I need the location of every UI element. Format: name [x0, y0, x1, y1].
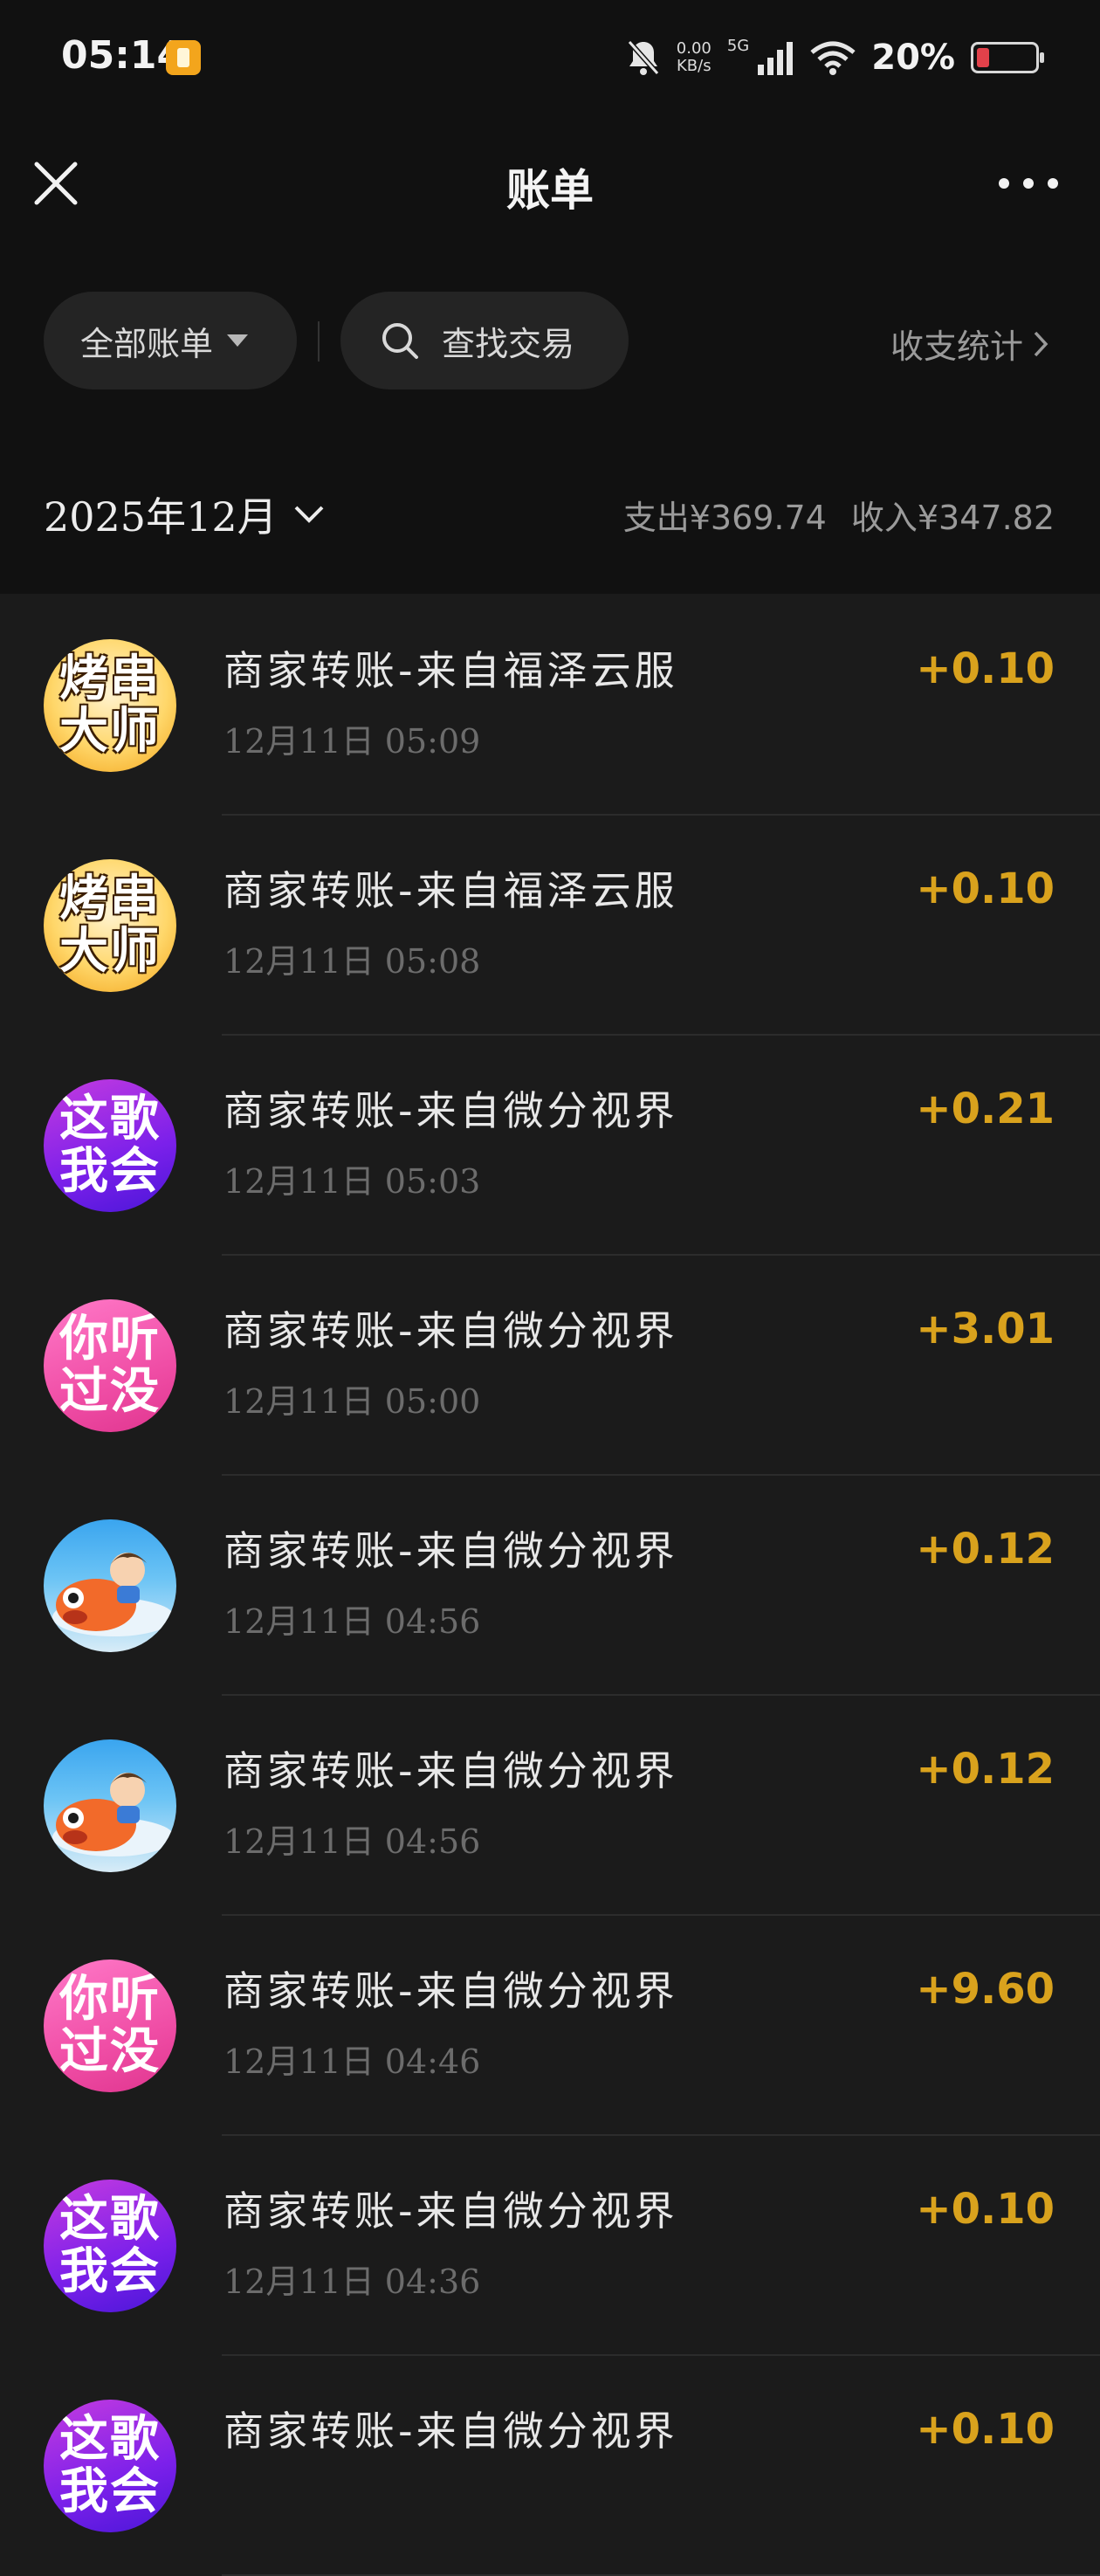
month-selector[interactable]: 2025年12月 — [44, 486, 325, 543]
transaction-row[interactable]: 这歌我会 商家转账-来自微分视界 +0.10 — [0, 2356, 1100, 2576]
transaction-amount: +0.10 — [916, 2405, 1055, 2454]
merchant-avatar: 烤串大师 — [44, 859, 176, 992]
battery-percent: 20% — [871, 38, 955, 78]
avatar-text: 你听过没 — [59, 1971, 161, 2080]
transaction-title: 商家转账-来自福泽云服 — [223, 647, 678, 694]
transaction-amount: +0.12 — [916, 1525, 1055, 1574]
transaction-title: 商家转账-来自微分视界 — [223, 2187, 678, 2235]
transaction-title: 商家转账-来自微分视界 — [223, 1527, 678, 1574]
transaction-amount: +3.01 — [916, 1305, 1055, 1353]
more-options-icon[interactable] — [992, 166, 1065, 201]
search-transactions-button[interactable]: 查找交易 — [340, 292, 629, 389]
transaction-title: 商家转账-来自微分视界 — [223, 1747, 678, 1794]
transaction-row[interactable]: 你听过没 商家转账-来自微分视界 12月11日 05:00 +3.01 — [0, 1256, 1100, 1476]
stats-label: 收支统计 — [890, 327, 1023, 366]
transaction-row[interactable]: 商家转账-来自微分视界 12月11日 04:56 +0.12 — [0, 1476, 1100, 1696]
all-bills-dropdown[interactable]: 全部账单 — [44, 292, 297, 389]
transaction-title: 商家转账-来自微分视界 — [223, 2407, 678, 2455]
transaction-list: 烤串大师 商家转账-来自福泽云服 12月11日 05:09 +0.10 烤串大师 商家转账… — [0, 596, 1100, 2576]
caret-down-icon — [227, 334, 249, 347]
app-notification-icon — [166, 40, 201, 75]
merchant-avatar: 这歌我会 — [44, 2400, 176, 2532]
avatar-text: 烤串大师 — [59, 651, 161, 760]
avatar-text: 这歌我会 — [59, 2191, 161, 2300]
transaction-row[interactable]: 这歌我会 商家转账-来自微分视界 12月11日 05:03 +0.21 — [0, 1036, 1100, 1256]
status-bar: 05:14 0.00 KB/s 5G 20% — [0, 0, 1100, 122]
transaction-amount: +0.21 — [916, 1085, 1055, 1133]
transaction-title: 商家转账-来自微分视界 — [223, 1087, 678, 1134]
month-summary: 支出¥369.74 收入¥347.82 — [599, 491, 1055, 539]
transaction-amount: +0.10 — [916, 2185, 1055, 2234]
transaction-title: 商家转账-来自微分视界 — [223, 1967, 678, 2015]
income-expense-stats-link[interactable]: 收支统计 — [890, 320, 1049, 368]
transaction-title: 商家转账-来自福泽云服 — [223, 867, 678, 914]
transaction-row[interactable]: 商家转账-来自微分视界 12月11日 04:56 +0.12 — [0, 1696, 1100, 1916]
page-title: 账单 — [506, 165, 594, 216]
transaction-amount: +9.60 — [916, 1965, 1055, 2014]
transaction-row[interactable]: 这歌我会 商家转账-来自微分视界 12月11日 04:36 +0.10 — [0, 2136, 1100, 2356]
battery-level — [977, 48, 990, 67]
transaction-time: 12月11日 04:46 — [223, 2042, 481, 2081]
status-indicators: 0.00 KB/s 5G 20% — [626, 31, 1044, 84]
merchant-avatar — [44, 1739, 176, 1872]
avatar-text: 这歌我会 — [59, 2411, 161, 2520]
income-total: 收入¥347.82 — [850, 499, 1055, 537]
avatar-text: 这歌我会 — [59, 1091, 161, 1200]
transaction-amount: +0.10 — [916, 864, 1055, 913]
filter-divider — [318, 321, 320, 362]
nav-header: 账单 — [0, 122, 1100, 279]
transaction-time: 12月11日 04:56 — [223, 1822, 481, 1861]
wifi-icon — [810, 41, 856, 75]
transaction-row[interactable]: 你听过没 商家转账-来自微分视界 12月11日 04:46 +9.60 — [0, 1916, 1100, 2136]
transaction-time: 12月11日 05:03 — [223, 1162, 481, 1201]
transaction-time: 12月11日 05:00 — [223, 1382, 481, 1421]
merchant-avatar — [44, 1519, 176, 1652]
net-speed: 0.00 KB/s — [676, 39, 712, 75]
avatar-text: 烤串大师 — [59, 871, 161, 980]
signal-icon — [758, 42, 794, 75]
month-label: 2025年12月 — [44, 493, 278, 541]
all-bills-label: 全部账单 — [80, 324, 214, 363]
merchant-avatar: 这歌我会 — [44, 2180, 176, 2312]
avatar-text: 你听过没 — [59, 1311, 161, 1420]
transaction-time: 12月11日 05:09 — [223, 722, 481, 761]
network-type: 5G — [726, 36, 750, 55]
search-label: 查找交易 — [442, 324, 575, 363]
transaction-time: 12月11日 04:36 — [223, 2263, 481, 2301]
transaction-row[interactable]: 烤串大师 商家转账-来自福泽云服 12月11日 05:09 +0.10 — [0, 596, 1100, 816]
transaction-row[interactable]: 烤串大师 商家转账-来自福泽云服 12月11日 05:08 +0.10 — [0, 816, 1100, 1036]
expense-total: 支出¥369.74 — [622, 499, 827, 537]
chevron-down-icon — [294, 506, 324, 523]
merchant-avatar: 你听过没 — [44, 1299, 176, 1432]
chevron-right-icon — [1034, 331, 1048, 356]
transaction-amount: +0.10 — [916, 644, 1055, 693]
fish-avatar-art — [52, 1553, 175, 1636]
merchant-avatar: 烤串大师 — [44, 639, 176, 772]
merchant-avatar: 这歌我会 — [44, 1079, 176, 1212]
search-icon — [382, 323, 418, 359]
month-summary-bar: 2025年12月 支出¥369.74 收入¥347.82 — [0, 437, 1100, 594]
transaction-time: 12月11日 05:08 — [223, 942, 481, 981]
battery-icon — [971, 42, 1044, 73]
mute-bell-icon — [627, 40, 660, 75]
transaction-time: 12月11日 04:56 — [223, 1602, 481, 1641]
filter-bar: 全部账单 查找交易 收支统计 — [0, 279, 1100, 437]
transaction-amount: +0.12 — [916, 1745, 1055, 1794]
transaction-title: 商家转账-来自微分视界 — [223, 1307, 678, 1354]
fish-avatar-art — [52, 1773, 175, 1856]
merchant-avatar: 你听过没 — [44, 1960, 176, 2092]
